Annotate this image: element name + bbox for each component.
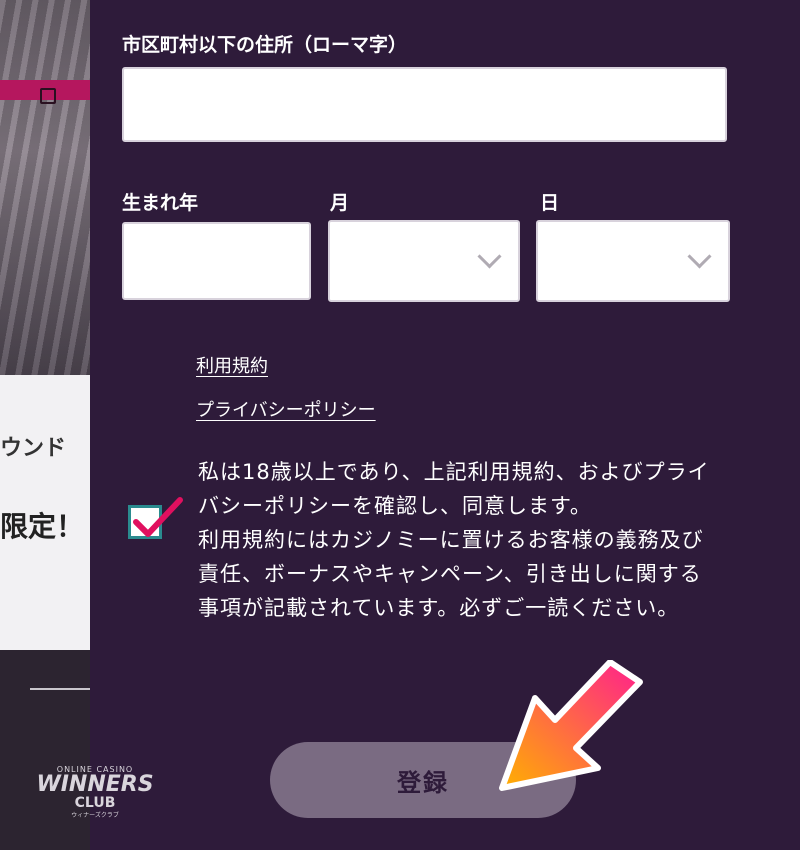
chevron-down-icon: [477, 244, 502, 269]
artwork-belt-buckle: [40, 88, 56, 104]
consent-text: 私は18歳以上であり、上記利用規約、およびプライバシーポリシーを確認し、同意しま…: [198, 455, 718, 625]
pointer-arrow-icon: [499, 660, 643, 791]
privacy-policy-link[interactable]: プライバシーポリシー: [196, 396, 376, 422]
checkmark-icon: [133, 497, 183, 537]
address-label: 市区町村以下の住所（ローマ字）: [122, 34, 408, 56]
consent-line2: 利用規約にはカジノミーに置けるお客様の義務及び責任、ボーナスやキャンペーン、引き…: [198, 528, 704, 620]
background-divider: [30, 688, 90, 690]
address-input[interactable]: [122, 67, 727, 142]
month-label: 月: [330, 192, 350, 214]
winners-club-logo: ONLINE CASINO WINNERS CLUB ウィナーズクラブ: [30, 765, 160, 835]
background-text-line2: 限定！: [0, 510, 85, 543]
day-label: 日: [540, 192, 560, 214]
chevron-down-icon: [687, 244, 712, 269]
birth-year-input[interactable]: [122, 222, 311, 300]
logo-main-text: WINNERS: [36, 772, 154, 797]
consent-line1: 私は18歳以上であり、上記利用規約、およびプライバシーポリシーを確認し、同意しま…: [198, 460, 710, 518]
day-select[interactable]: [536, 220, 730, 302]
logo-small-text: ウィナーズクラブ: [71, 812, 119, 819]
terms-link[interactable]: 利用規約: [196, 352, 268, 378]
character-artwork: [0, 0, 90, 380]
birth-year-label: 生まれ年: [122, 192, 199, 214]
logo-sub-text: CLUB: [74, 795, 116, 811]
background-artwork: ウンド 限定！: [0, 0, 90, 850]
month-select[interactable]: [328, 220, 520, 302]
background-text-line1: ウンド: [0, 436, 67, 461]
